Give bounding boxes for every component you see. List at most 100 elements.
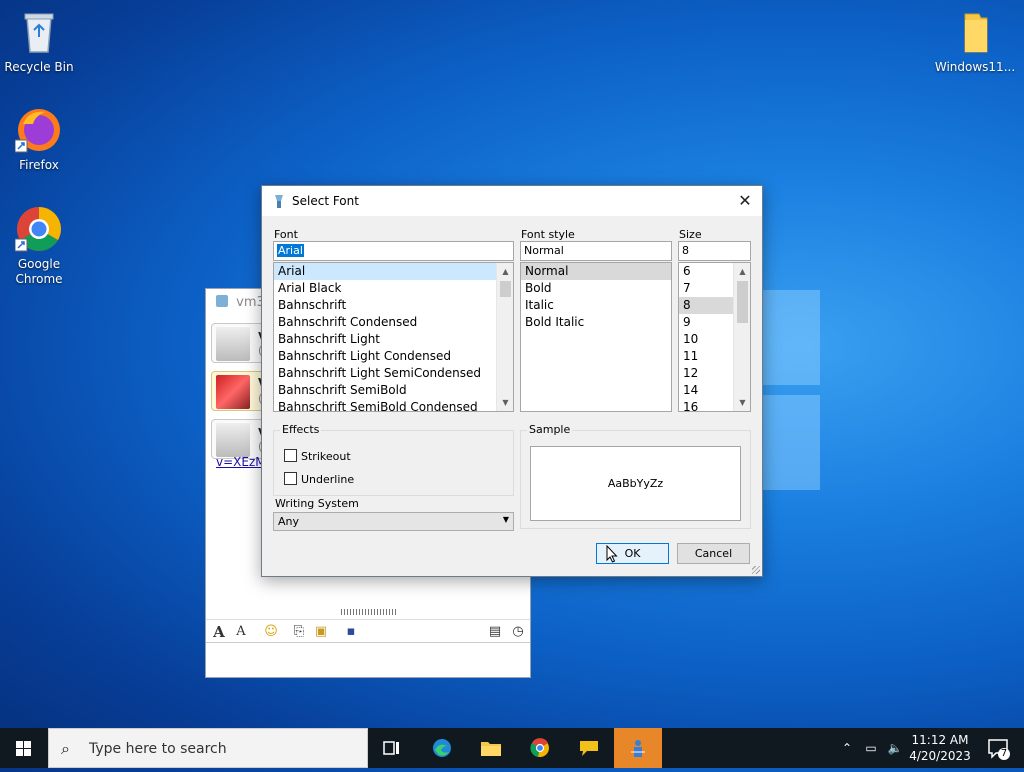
smiley-icon[interactable]: ☺: [262, 623, 280, 641]
font-style-item[interactable]: Italic: [521, 297, 671, 314]
font-list-item[interactable]: Bahnschrift Condensed: [274, 314, 513, 331]
size-input[interactable]: 8: [678, 241, 751, 261]
scroll-down-icon[interactable]: ▼: [497, 394, 513, 411]
desktop-icon-label: Recycle Bin: [4, 60, 74, 74]
desktop-icon-label: Google Chrome: [15, 257, 63, 286]
font-list-scrollbar[interactable]: ▲ ▼: [496, 263, 513, 411]
writing-system-label: Writing System: [275, 497, 359, 510]
desktop-icon-google-chrome[interactable]: Google Chrome: [1, 205, 77, 287]
writing-system-select[interactable]: Any ▼: [273, 512, 514, 531]
font-label: Font: [274, 228, 298, 241]
avatar: [216, 375, 250, 409]
scroll-thumb[interactable]: [500, 281, 511, 297]
font-icon[interactable]: A: [210, 623, 228, 641]
sample-preview: AaBbYyZz: [530, 446, 741, 521]
font-style-item[interactable]: Normal: [521, 263, 671, 280]
app-icon: [216, 295, 228, 307]
desktop-icon-label: Firefox: [19, 158, 59, 172]
font-list[interactable]: Arial Arial Black Bahnschrift Bahnschrif…: [273, 262, 514, 412]
taskbar-chat-app[interactable]: [565, 728, 613, 768]
size-list-scrollbar[interactable]: ▲ ▼: [733, 263, 750, 411]
font-list-item[interactable]: Bahnschrift Light SemiCondensed: [274, 365, 513, 382]
clock-date: 4/20/2023: [909, 749, 971, 763]
strikeout-checkbox[interactable]: [284, 449, 297, 462]
chevron-down-icon: ▼: [502, 515, 509, 524]
scroll-up-icon[interactable]: ▲: [734, 263, 750, 280]
volume-muted-icon[interactable]: 🔈: [884, 728, 906, 768]
underline-label[interactable]: Underline: [301, 473, 354, 486]
chat-toolbar: A A ☺ ⎘ ▣ ▪ ▤ ◷: [206, 619, 530, 643]
messenger-icon: [631, 740, 645, 757]
windows-start-icon: [16, 741, 31, 756]
font-style-item[interactable]: Bold Italic: [521, 314, 671, 331]
font-list-item[interactable]: Bahnschrift Light Condensed: [274, 348, 513, 365]
chat-bubble-icon: [580, 741, 598, 756]
avatar: [216, 327, 250, 361]
taskbar-messenger-active[interactable]: [614, 728, 662, 768]
show-hidden-icons-button[interactable]: ⌃: [838, 728, 856, 768]
notification-center-button[interactable]: 7: [978, 728, 1018, 768]
font-style-list[interactable]: Normal Bold Italic Bold Italic: [520, 262, 672, 412]
clock-icon[interactable]: ◷: [509, 623, 527, 641]
chrome-icon: [14, 205, 63, 253]
scroll-up-icon[interactable]: ▲: [497, 263, 513, 280]
font-list-item[interactable]: Bahnschrift: [274, 297, 513, 314]
folder-icon: [951, 8, 999, 56]
contact-item[interactable]: v (1: [211, 323, 269, 363]
desktop-icon-windows11-folder[interactable]: Windows11...: [934, 8, 1016, 75]
close-button[interactable]: ✕: [728, 186, 762, 216]
font-style-input[interactable]: Normal: [520, 241, 672, 261]
dialog-title-bar[interactable]: Select Font ✕: [262, 186, 762, 216]
search-icon: ⌕: [61, 739, 70, 758]
select-font-dialog[interactable]: Select Font ✕ Font Arial Arial Arial Bla…: [261, 185, 763, 577]
clock-time: 11:12 AM: [911, 733, 969, 747]
desktop-icon-firefox[interactable]: Firefox: [1, 106, 77, 173]
folder-send-icon[interactable]: ▣: [312, 623, 330, 641]
size-label: Size: [679, 228, 702, 241]
font-color-icon[interactable]: A: [232, 623, 250, 641]
contact-item[interactable]: V (1: [211, 371, 269, 411]
task-view-button[interactable]: [368, 728, 416, 768]
scroll-thumb[interactable]: [737, 281, 748, 323]
font-list-item[interactable]: Bahnschrift SemiBold: [274, 382, 513, 399]
cancel-button[interactable]: Cancel: [677, 543, 750, 564]
system-clock[interactable]: 11:12 AM 4/20/2023: [908, 732, 972, 764]
history-icon[interactable]: ▤: [486, 623, 504, 641]
effects-label: Effects: [280, 423, 322, 436]
attach-icon[interactable]: ⎘: [290, 623, 308, 641]
search-placeholder: Type here to search: [89, 741, 227, 757]
resize-grip[interactable]: [752, 566, 760, 574]
taskbar-chrome[interactable]: [516, 728, 564, 768]
font-name-value: Arial: [277, 244, 304, 257]
app-icon: [272, 193, 286, 209]
desktop-icon-recycle-bin[interactable]: Recycle Bin: [1, 8, 77, 75]
font-list-item[interactable]: Arial Black: [274, 280, 513, 297]
underline-checkbox[interactable]: [284, 472, 297, 485]
notification-count: 7: [1000, 748, 1008, 759]
task-view-icon: [383, 741, 399, 755]
contact-item[interactable]: v (1: [211, 419, 269, 459]
firefox-icon: [14, 106, 63, 154]
desktop-icon-label: Windows11...: [934, 60, 1016, 74]
splitter-grip[interactable]: [341, 609, 397, 615]
taskbar-search-box[interactable]: ⌕ Type here to search: [48, 728, 368, 768]
font-list-item[interactable]: Arial: [274, 263, 513, 280]
recycle-bin-icon: [15, 8, 63, 56]
taskbar: ⌕ Type here to search ⌃ ▭ 🔈 11:12 AM 4/2…: [0, 728, 1024, 768]
start-button[interactable]: [0, 728, 48, 768]
scroll-down-icon[interactable]: ▼: [734, 394, 750, 411]
network-icon[interactable]: ▭: [860, 728, 882, 768]
font-style-item[interactable]: Bold: [521, 280, 671, 297]
taskbar-file-explorer[interactable]: [467, 728, 515, 768]
strikeout-label[interactable]: Strikeout: [301, 450, 351, 463]
chrome-icon: [530, 738, 549, 757]
sample-label: Sample: [527, 423, 573, 436]
writing-system-value: Any: [278, 515, 300, 528]
font-style-label: Font style: [521, 228, 575, 241]
save-icon[interactable]: ▪: [342, 623, 360, 641]
font-list-item[interactable]: Bahnschrift Light: [274, 331, 513, 348]
font-list-item[interactable]: Bahnschrift SemiBold Condensed: [274, 399, 513, 411]
taskbar-edge[interactable]: [418, 728, 466, 768]
size-list[interactable]: 6 7 8 9 10 11 12 14 16 ▲ ▼: [678, 262, 751, 412]
font-name-input[interactable]: Arial: [273, 241, 514, 261]
